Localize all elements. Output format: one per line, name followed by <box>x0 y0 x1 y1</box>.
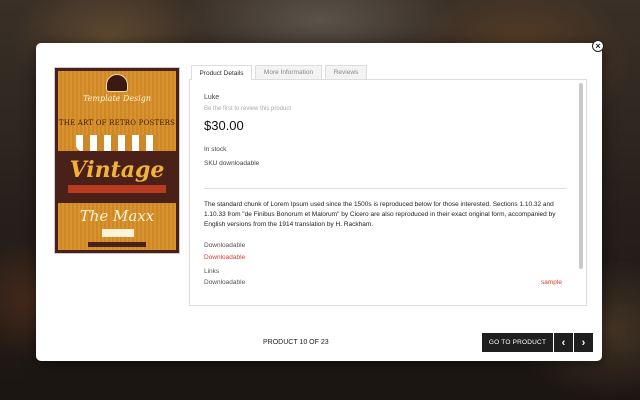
poster-subtitle: Template Design <box>82 94 152 103</box>
poster-awning <box>76 135 158 151</box>
poster-logo-badge <box>106 74 128 92</box>
product-counter: PRODUCT 10 OF 23 <box>263 339 329 346</box>
tab-product-details[interactable]: Product Details <box>191 65 252 80</box>
sample-link[interactable]: sample <box>541 279 562 286</box>
downloadable-link[interactable]: Downloadable <box>204 254 245 261</box>
chevron-left-icon[interactable]: ‹ <box>554 333 573 352</box>
poster-strip <box>68 185 166 193</box>
product-sku: SKU downloadable <box>204 160 260 167</box>
close-icon[interactable]: × <box>592 40 604 52</box>
scrollbar[interactable] <box>579 83 583 269</box>
chevron-right-icon[interactable]: › <box>574 333 593 352</box>
product-details-panel: Luke Be the first to review this product… <box>189 79 587 306</box>
links-item: Downloadable <box>204 279 246 286</box>
product-price: $30.00 <box>204 118 244 133</box>
poster-ribbon <box>102 229 134 237</box>
poster-title: THE ART OF RETRO POSTERS <box>58 119 176 127</box>
product-image: Template Design THE ART OF RETRO POSTERS… <box>54 67 180 254</box>
product-poster-artwork: Template Design THE ART OF RETRO POSTERS… <box>58 71 176 250</box>
tab-reviews[interactable]: Reviews <box>325 65 367 79</box>
poster-footer-bar <box>88 242 146 247</box>
downloadable-label: Downloadable <box>204 242 246 249</box>
stock-status: In stock <box>204 146 227 153</box>
tab-more-information[interactable]: More Information <box>255 65 322 79</box>
poster-script-word: The Maxx <box>79 207 155 225</box>
divider <box>204 188 566 189</box>
poster-main-word: Vintage <box>69 157 165 183</box>
accent-underline <box>204 305 272 306</box>
product-description: The standard chunk of Lorem Ipsum used s… <box>204 201 556 228</box>
links-label: Links <box>204 268 220 275</box>
go-to-product-button[interactable]: GO TO PRODUCT <box>482 333 553 352</box>
quick-view-modal: Template Design THE ART OF RETRO POSTERS… <box>36 43 602 361</box>
review-prompt-link[interactable]: Be the first to review this product <box>204 106 291 112</box>
product-vendor: Luke <box>204 94 220 101</box>
